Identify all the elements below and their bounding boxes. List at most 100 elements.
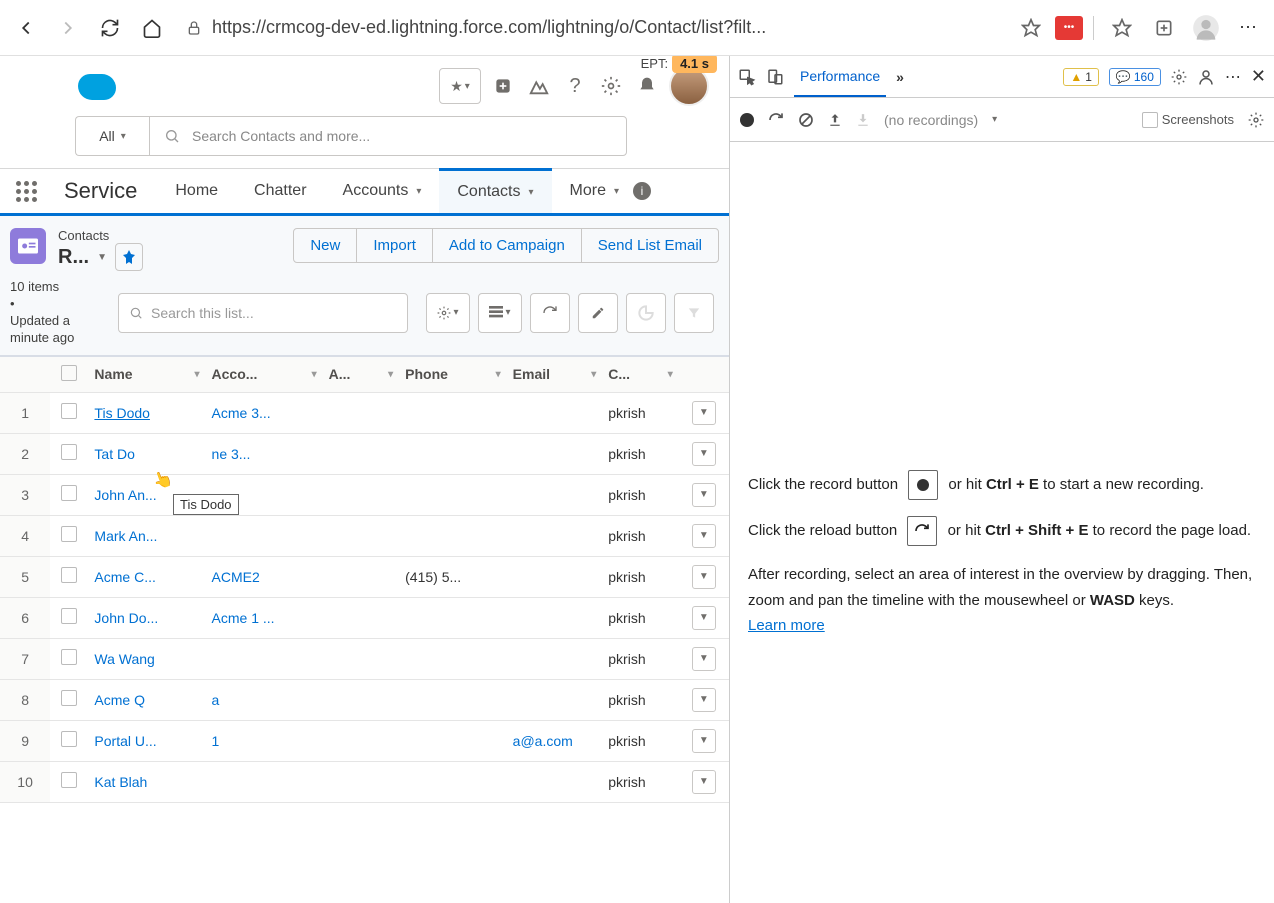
account-link[interactable]: ACME2	[212, 569, 260, 585]
favorites-icon[interactable]	[1104, 10, 1140, 46]
row-checkbox[interactable]	[50, 556, 88, 597]
col-a[interactable]: A...▾	[323, 356, 399, 392]
browser-menu-icon[interactable]: ⋯	[1230, 10, 1266, 46]
row-actions-button[interactable]: ▼	[692, 647, 716, 671]
row-checkbox[interactable]	[50, 515, 88, 556]
reload-button[interactable]	[92, 10, 128, 46]
view-selector-chevron-icon[interactable]: ▼	[97, 252, 107, 263]
warnings-count[interactable]: ▲1	[1063, 68, 1099, 86]
devtools-tab-performance[interactable]: Performance	[794, 56, 886, 97]
messages-count[interactable]: 💬160	[1109, 68, 1161, 86]
col-owner[interactable]: C...▾	[602, 356, 678, 392]
perf-settings-gear-icon[interactable]	[1248, 112, 1264, 128]
new-button[interactable]: New	[294, 229, 356, 262]
col-account[interactable]: Acco...▾	[206, 356, 323, 392]
global-search-input[interactable]: Search Contacts and more...	[149, 116, 627, 156]
email-link[interactable]: a@a.com	[513, 733, 573, 749]
contact-name-link[interactable]: John Do...	[94, 610, 158, 626]
back-button[interactable]	[8, 10, 44, 46]
setup-gear-icon[interactable]	[597, 76, 625, 96]
global-actions-button[interactable]	[489, 76, 517, 96]
col-email[interactable]: Email▾	[507, 356, 603, 392]
row-checkbox[interactable]	[50, 720, 88, 761]
account-link[interactable]: Acme 1 ...	[212, 610, 275, 626]
recordings-dropdown-icon[interactable]: ▾	[992, 114, 997, 125]
col-name[interactable]: Name▾	[88, 356, 205, 392]
contact-name-link[interactable]: John An...	[94, 487, 156, 503]
collections-icon[interactable]	[1146, 10, 1182, 46]
pin-button[interactable]	[115, 243, 143, 271]
help-icon[interactable]: ?	[561, 75, 589, 98]
search-scope-dropdown[interactable]: All▾	[75, 116, 149, 156]
contact-name-link[interactable]: Kat Blah	[94, 774, 147, 790]
account-link[interactable]: ne 3...	[212, 446, 251, 462]
contact-name-link[interactable]: Portal U...	[94, 733, 156, 749]
device-toggle-icon[interactable]	[766, 68, 784, 86]
row-actions-button[interactable]: ▼	[692, 524, 716, 548]
record-button[interactable]	[740, 113, 754, 127]
col-select-all[interactable]	[50, 356, 88, 392]
download-icon[interactable]	[856, 112, 870, 128]
row-checkbox[interactable]	[50, 761, 88, 802]
upload-icon[interactable]	[828, 112, 842, 128]
extension-badge[interactable]: •••	[1055, 16, 1083, 40]
edit-list-button[interactable]	[578, 293, 618, 333]
row-checkbox[interactable]	[50, 597, 88, 638]
add-to-campaign-button[interactable]: Add to Campaign	[432, 229, 581, 262]
display-as-button[interactable]: ▾	[478, 293, 522, 333]
screenshots-checkbox[interactable]: Screenshots	[1142, 112, 1234, 128]
row-actions-button[interactable]: ▼	[692, 770, 716, 794]
import-button[interactable]: Import	[356, 229, 432, 262]
refresh-list-button[interactable]	[530, 293, 570, 333]
nav-tab-contacts[interactable]: Contacts▾	[439, 168, 551, 213]
list-controls-gear[interactable]: ▾	[426, 293, 470, 333]
nav-tab-chatter[interactable]: Chatter	[236, 169, 324, 213]
profile-avatar[interactable]	[1188, 10, 1224, 46]
contact-name-link[interactable]: Acme Q	[94, 692, 145, 708]
row-actions-button[interactable]: ▼	[692, 442, 716, 466]
col-phone[interactable]: Phone▾	[399, 356, 507, 392]
devtools-settings-gear-icon[interactable]	[1171, 69, 1187, 85]
contact-name-link[interactable]: Tat Do	[94, 446, 134, 462]
contact-name-link[interactable]: Tis Dodo	[94, 405, 150, 421]
contact-name-link[interactable]: Acme C...	[94, 569, 155, 585]
row-actions-button[interactable]: ▼	[692, 401, 716, 425]
forward-button[interactable]	[50, 10, 86, 46]
row-actions-button[interactable]: ▼	[692, 729, 716, 753]
nav-tab-more[interactable]: More▾i	[552, 169, 669, 213]
account-link[interactable]: Acme 3...	[212, 405, 271, 421]
home-button[interactable]	[134, 10, 170, 46]
row-actions-button[interactable]: ▼	[692, 688, 716, 712]
trailhead-icon[interactable]	[525, 75, 553, 97]
row-checkbox[interactable]	[50, 392, 88, 433]
nav-tab-accounts[interactable]: Accounts▾	[325, 169, 440, 213]
row-actions-button[interactable]: ▼	[692, 483, 716, 507]
contact-name-link[interactable]: Mark An...	[94, 528, 157, 544]
devtools-feedback-icon[interactable]	[1197, 68, 1215, 86]
account-link[interactable]: a	[212, 692, 220, 708]
send-list-email-button[interactable]: Send List Email	[581, 229, 718, 262]
app-launcher-icon[interactable]	[8, 169, 44, 213]
chart-button[interactable]	[626, 293, 666, 333]
contact-name-link[interactable]: Wa Wang	[94, 651, 154, 667]
more-tabs-chevron-icon[interactable]: »	[896, 69, 904, 85]
list-view-name[interactable]: R...	[58, 246, 89, 269]
inspect-element-icon[interactable]	[738, 68, 756, 86]
devtools-close-icon[interactable]: ✕	[1251, 66, 1266, 87]
list-search-input[interactable]: Search this list...	[118, 293, 408, 333]
clear-icon[interactable]	[798, 112, 814, 128]
row-actions-button[interactable]: ▼	[692, 565, 716, 589]
row-checkbox[interactable]	[50, 474, 88, 515]
row-checkbox[interactable]	[50, 679, 88, 720]
row-actions-button[interactable]: ▼	[692, 606, 716, 630]
nav-tab-home[interactable]: Home	[157, 169, 236, 213]
devtools-more-icon[interactable]: ⋯	[1225, 67, 1241, 87]
favorites-list-button[interactable]: ★▾	[439, 68, 481, 104]
url-bar[interactable]: https://crmcog-dev-ed.lightning.force.co…	[176, 10, 1007, 46]
account-link[interactable]: 1	[212, 733, 220, 749]
notifications-bell-icon[interactable]	[633, 76, 661, 96]
perf-reload-icon[interactable]	[768, 112, 784, 128]
star-add-icon[interactable]	[1013, 10, 1049, 46]
filter-button[interactable]	[674, 293, 714, 333]
row-checkbox[interactable]	[50, 433, 88, 474]
